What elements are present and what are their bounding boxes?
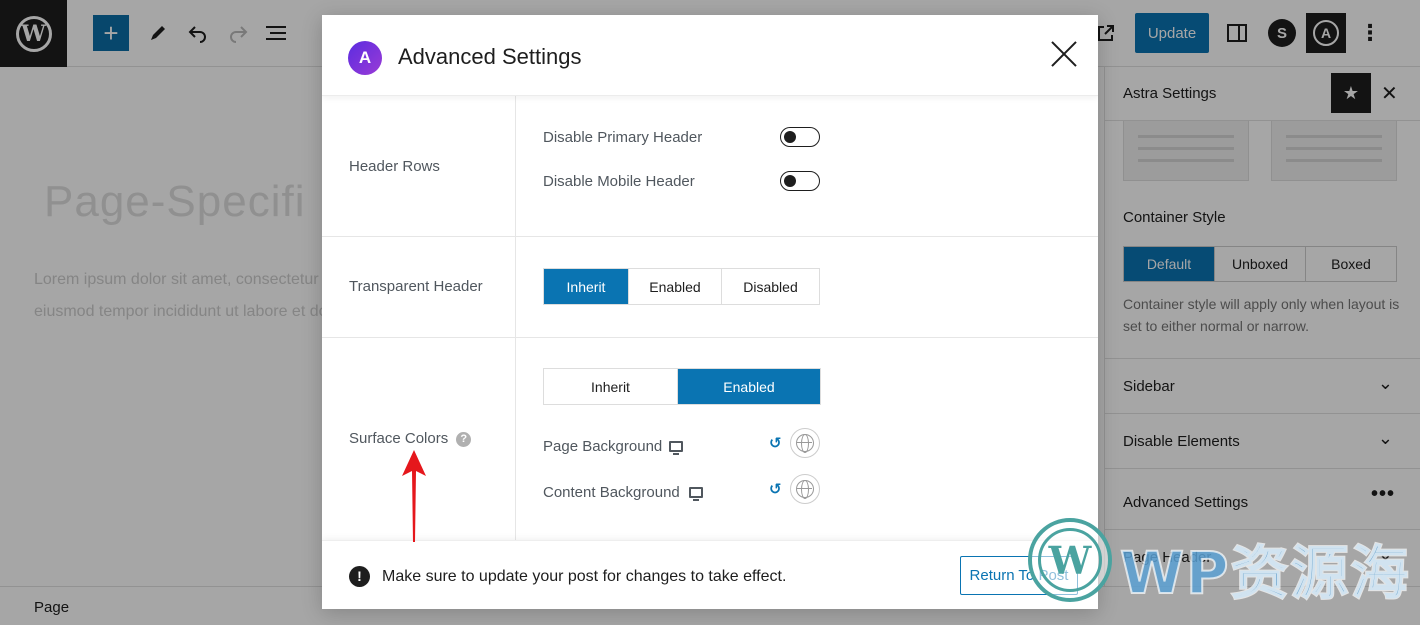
modal-title: Advanced Settings	[398, 44, 582, 69]
header-rows-label: Header Rows	[349, 158, 440, 175]
transparent-header-selector: Inherit Enabled Disabled	[543, 268, 820, 305]
modal-header: A Advanced Settings	[322, 15, 1098, 96]
warning-icon: !	[349, 566, 370, 587]
modal-footer: ! Make sure to update your post for chan…	[322, 540, 1098, 609]
disable-primary-header-toggle[interactable]	[780, 127, 820, 147]
transparent-header-disabled[interactable]: Disabled	[722, 269, 819, 304]
annotation-arrow	[402, 450, 426, 542]
update-notice: Make sure to update your post for change…	[382, 568, 787, 585]
close-icon[interactable]	[1049, 39, 1079, 69]
column-divider	[515, 96, 516, 540]
disable-mobile-header-toggle[interactable]	[780, 171, 820, 191]
surface-colors-label: Surface Colors?	[349, 430, 472, 447]
advanced-settings-modal: A Advanced Settings Header Rows Disable …	[322, 15, 1098, 609]
row-divider	[322, 236, 1098, 237]
page-background-color-picker[interactable]	[790, 428, 820, 458]
transparent-header-label: Transparent Header	[349, 278, 483, 295]
modal-body: Header Rows Disable Primary Header Disab…	[322, 96, 1098, 540]
surface-colors-text: Surface Colors	[349, 430, 449, 447]
transparent-header-enabled[interactable]: Enabled	[629, 269, 722, 304]
disable-primary-header-label: Disable Primary Header	[543, 129, 703, 146]
help-icon[interactable]: ?	[456, 432, 472, 447]
row-divider	[322, 337, 1098, 338]
desktop-monitor-icon[interactable]	[689, 487, 703, 501]
surface-colors-selector: Inherit Enabled	[543, 368, 821, 405]
reset-icon[interactable]: ↺	[769, 480, 782, 498]
transparent-header-inherit[interactable]: Inherit	[544, 269, 629, 304]
page-background-label: Page Background	[543, 438, 663, 455]
astra-logo-icon: A	[348, 41, 382, 75]
globe-icon	[796, 434, 814, 453]
content-background-label: Content Background	[543, 484, 680, 501]
surface-colors-enabled[interactable]: Enabled	[678, 369, 820, 404]
globe-icon	[796, 480, 814, 499]
reset-icon[interactable]: ↺	[769, 434, 782, 452]
desktop-monitor-icon[interactable]	[669, 441, 683, 455]
wordpress-icon: W	[1038, 528, 1102, 592]
watermark-logo: W	[1028, 518, 1112, 602]
watermark-text: WP资源海	[1119, 538, 1411, 608]
content-background-color-picker[interactable]	[790, 474, 820, 504]
disable-mobile-header-label: Disable Mobile Header	[543, 173, 695, 190]
surface-colors-inherit[interactable]: Inherit	[544, 369, 678, 404]
